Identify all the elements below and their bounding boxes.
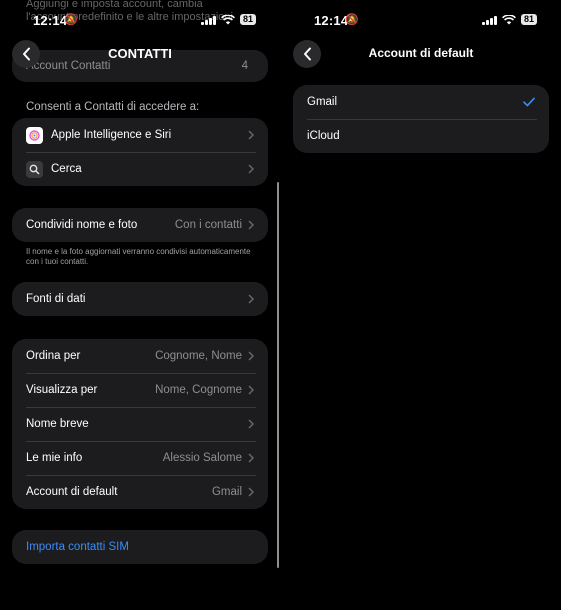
status-time: 12:14 <box>33 13 68 28</box>
sort-by-row[interactable]: Ordina per Cognome, Nome <box>12 339 268 373</box>
share-name-photo-row[interactable]: Condividi nome e foto Con i contatti <box>12 208 268 242</box>
status-bar: 12:14 🔕 81 <box>0 10 280 30</box>
chevron-right-icon <box>248 419 254 429</box>
access-section-header: Consenti a Contatti di accedere a: <box>26 101 200 113</box>
data-sources-row[interactable]: Fonti di dati <box>12 282 268 316</box>
silent-bell-icon: 🔕 <box>64 14 78 26</box>
checkmark-icon <box>523 97 535 107</box>
default-account-screen: 12:14 🔕 81 Account di default Gmail iClo… <box>281 0 561 610</box>
chevron-right-icon <box>248 487 254 497</box>
display-settings-card: Ordina per Cognome, Nome Visualizza per … <box>12 339 268 509</box>
access-item-search[interactable]: Cerca <box>12 152 268 186</box>
sources-card: Fonti di dati <box>12 282 268 316</box>
share-card: Condividi nome e foto Con i contatti <box>12 208 268 242</box>
option-gmail[interactable]: Gmail <box>293 85 549 119</box>
wifi-icon <box>502 14 516 24</box>
page-title: CONTATTI <box>108 46 172 61</box>
battery-icon: 81 <box>520 14 537 25</box>
import-sim-button[interactable]: Importa contatti SIM <box>12 530 268 564</box>
access-item-apple-intelligence[interactable]: Apple Intelligence e Siri <box>12 118 268 152</box>
my-info-row[interactable]: Le mie info Alessio Salome <box>12 441 268 475</box>
scrollbar[interactable] <box>277 182 279 568</box>
cellular-signal-icon <box>201 15 216 25</box>
silent-bell-icon: 🔕 <box>345 14 359 26</box>
default-account-row[interactable]: Account di default Gmail <box>12 475 268 509</box>
page-title: Account di default <box>368 46 474 60</box>
apple-intelligence-icon <box>26 126 43 144</box>
import-sim-card: Importa contatti SIM <box>12 530 268 564</box>
chevron-right-icon <box>248 453 254 463</box>
chevron-right-icon <box>248 385 254 395</box>
chevron-right-icon <box>248 294 254 304</box>
chevron-right-icon <box>248 351 254 361</box>
cellular-signal-icon <box>482 15 497 25</box>
status-time: 12:14 <box>314 13 349 28</box>
option-icloud[interactable]: iCloud <box>293 119 549 153</box>
chevron-right-icon <box>248 130 254 140</box>
share-footnote: Il nome e la foto aggiornati verranno co… <box>26 247 251 266</box>
status-bar: 12:14 🔕 81 <box>281 10 561 30</box>
account-options-card: Gmail iCloud <box>293 85 549 153</box>
chevron-right-icon <box>248 164 254 174</box>
wifi-icon <box>221 14 235 24</box>
access-card: Apple Intelligence e Siri Cerca <box>12 118 268 186</box>
chevron-right-icon <box>248 220 254 230</box>
display-by-row[interactable]: Visualizza per Nome, Cognome <box>12 373 268 407</box>
short-name-row[interactable]: Nome breve <box>12 407 268 441</box>
search-icon <box>26 160 43 178</box>
battery-icon: 81 <box>239 14 256 25</box>
contacts-settings-screen: Aggiungi e imposta account, cambia l'acc… <box>0 0 280 610</box>
